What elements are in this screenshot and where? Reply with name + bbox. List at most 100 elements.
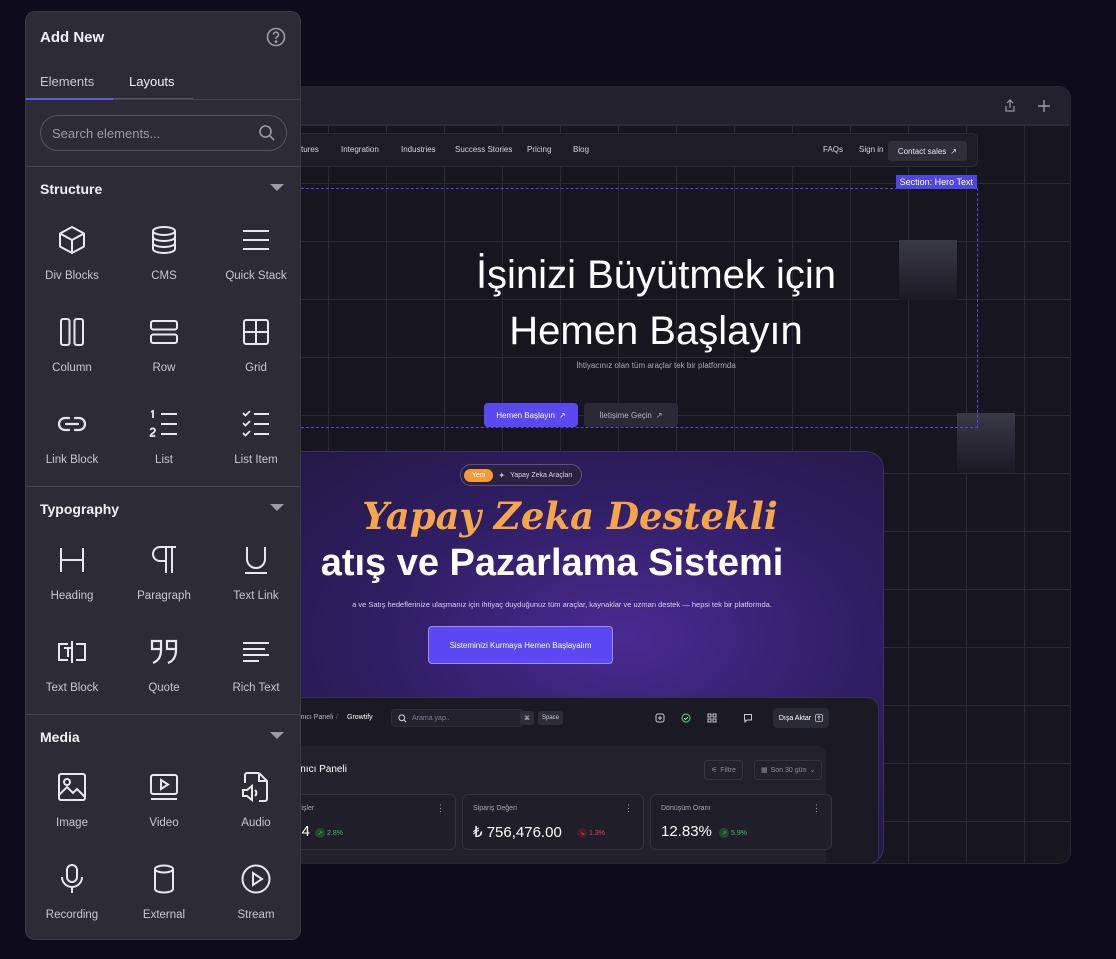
trend-down-icon: ↘ bbox=[577, 828, 587, 838]
element-text-block[interactable]: Text Block bbox=[26, 626, 118, 718]
nav-link-features[interactable]: tures bbox=[301, 145, 319, 154]
metric-card-order-value[interactable]: Sipariş Değeri ⋮ ₺ 756,476.00 ↘ 1.3% bbox=[462, 794, 644, 850]
more-vertical-icon[interactable]: ⋮ bbox=[812, 803, 821, 814]
nav-link-industries[interactable]: Industries bbox=[401, 145, 436, 154]
element-paragraph[interactable]: Paragraph bbox=[118, 534, 210, 626]
metric-label: Sipariş Değeri bbox=[473, 805, 517, 812]
hero-secondary-label: İletişime Geçin bbox=[599, 410, 652, 420]
element-label: Link Block bbox=[45, 454, 99, 466]
ai-title-accent[interactable]: Yapay Zeka Destekli bbox=[256, 494, 883, 538]
tab-divider bbox=[113, 98, 193, 99]
new-badge: Yeni bbox=[464, 468, 494, 482]
metric-delta: ↗ 5.9% bbox=[719, 828, 747, 838]
link-icon bbox=[57, 416, 87, 432]
hero-title-line2: Hemen Başlayın bbox=[509, 309, 803, 353]
ai-title-main[interactable]: atış ve Pazarlama Sistemi bbox=[256, 542, 867, 585]
hero-secondary-button[interactable]: İletişime Geçin ↗ bbox=[584, 403, 678, 427]
tab-layouts[interactable]: Layouts bbox=[129, 74, 175, 89]
apps-grid-icon[interactable] bbox=[706, 712, 718, 724]
nav-link-signin[interactable]: Sign in bbox=[859, 145, 883, 154]
export-button[interactable]: Dışa Aktar bbox=[773, 708, 829, 728]
hero-subtitle[interactable]: İhtiyacınız olan tüm araçlar tek bir pla… bbox=[256, 361, 1056, 370]
trend-up-icon: ↗ bbox=[719, 828, 729, 838]
help-icon[interactable] bbox=[266, 27, 286, 47]
dashboard-search[interactable]: Arama yap.. bbox=[391, 709, 523, 727]
image-icon bbox=[58, 773, 86, 801]
section-media-header[interactable]: Media bbox=[26, 714, 300, 756]
element-recording[interactable]: Recording bbox=[26, 853, 118, 939]
element-row[interactable]: Row bbox=[118, 306, 210, 398]
element-text-link[interactable]: Text Link bbox=[210, 534, 300, 626]
element-list-item[interactable]: List Item bbox=[210, 398, 300, 490]
element-video[interactable]: Video bbox=[118, 761, 210, 853]
message-icon[interactable] bbox=[742, 712, 754, 724]
metric-delta: ↘ 1.3% bbox=[577, 828, 605, 838]
element-rich-text[interactable]: Rich Text bbox=[210, 626, 300, 718]
metric-card-conversion[interactable]: Dönüşüm Oranı ⋮ 12.83% ↗ 5.9% bbox=[650, 794, 832, 850]
element-heading[interactable]: Heading bbox=[26, 534, 118, 626]
add-square-icon[interactable] bbox=[654, 712, 666, 724]
element-label: Paragraph bbox=[137, 590, 191, 602]
calendar-icon: ▦ bbox=[761, 767, 768, 774]
nav-link-pricing[interactable]: Pricing bbox=[527, 145, 551, 154]
section-structure-header[interactable]: Structure bbox=[26, 166, 300, 208]
ai-description[interactable]: a ve Satış hedeflerinize ulaşmanız için … bbox=[256, 600, 883, 609]
element-link-block[interactable]: Link Block bbox=[26, 398, 118, 490]
element-label: Heading bbox=[50, 590, 94, 602]
more-vertical-icon[interactable]: ⋮ bbox=[436, 803, 445, 814]
sliders-icon: ⚟ bbox=[711, 767, 718, 774]
hero-title[interactable]: İşinizi Büyütmek için Hemen Başlayın bbox=[256, 247, 1056, 359]
element-label: Video bbox=[149, 817, 179, 829]
element-stream[interactable]: Stream bbox=[210, 853, 300, 939]
filter-button[interactable]: ⚟ Filtre bbox=[704, 760, 743, 780]
ai-section[interactable]: Yeni ✦ Yapay Zeka Araçları Yapay Zeka De… bbox=[256, 451, 884, 863]
nav-link-integration[interactable]: Integration bbox=[341, 145, 379, 154]
grid-icon bbox=[243, 319, 269, 345]
element-label: Stream bbox=[237, 909, 275, 921]
element-label: Grid bbox=[245, 362, 267, 374]
numbered-list-icon bbox=[149, 409, 177, 437]
metric-delta-value: 1.3% bbox=[589, 829, 605, 837]
section-typography-header[interactable]: Typography bbox=[26, 486, 300, 528]
section-title: Media bbox=[40, 729, 80, 745]
nav-link-faqs[interactable]: FAQs bbox=[823, 145, 843, 154]
caret-down-icon bbox=[270, 504, 284, 511]
tab-elements[interactable]: Elements bbox=[40, 74, 94, 89]
search-icon[interactable] bbox=[258, 124, 276, 142]
metric-card-orders[interactable]: Siparişler ⋮ 234 ↗ 2.8% bbox=[274, 794, 456, 850]
design-stage[interactable]: tures Integration Industries Success Sto… bbox=[256, 125, 1070, 863]
video-icon bbox=[150, 774, 178, 800]
date-range-select[interactable]: ▦ Son 30 gün ⌄ bbox=[754, 760, 823, 780]
hero-primary-button[interactable]: Hemen Başlayın ↗ bbox=[484, 403, 578, 427]
element-div-blocks[interactable]: Div Blocks bbox=[26, 214, 118, 306]
element-list[interactable]: List bbox=[118, 398, 210, 490]
share-icon[interactable] bbox=[1000, 96, 1020, 116]
play-circle-icon bbox=[241, 864, 271, 894]
element-quote[interactable]: Quote bbox=[118, 626, 210, 718]
element-grid[interactable]: Grid bbox=[210, 306, 300, 398]
plus-icon[interactable] bbox=[1034, 96, 1054, 116]
contact-sales-button[interactable]: Contact sales ↗ bbox=[887, 141, 967, 161]
nav-link-success-stories[interactable]: Success Stories bbox=[455, 145, 512, 154]
pill-text: Yapay Zeka Araçları bbox=[510, 471, 573, 479]
status-icon[interactable] bbox=[680, 712, 692, 724]
sparkle-icon: ✦ bbox=[498, 470, 506, 480]
element-image[interactable]: Image bbox=[26, 761, 118, 853]
element-audio[interactable]: Audio bbox=[210, 761, 300, 853]
metric-delta: ↗ 2.8% bbox=[315, 828, 343, 838]
new-feature-pill[interactable]: Yeni ✦ Yapay Zeka Araçları bbox=[460, 464, 582, 486]
rich-text-icon bbox=[243, 642, 269, 662]
ai-cta-button[interactable]: Sisteminizi Kurmaya Hemen Başlayalım bbox=[428, 626, 613, 664]
breadcrumb-growtify[interactable]: Growtify bbox=[347, 714, 373, 721]
caret-down-icon bbox=[270, 184, 284, 191]
search-input[interactable] bbox=[41, 116, 251, 150]
more-vertical-icon[interactable]: ⋮ bbox=[624, 803, 633, 814]
element-column[interactable]: Column bbox=[26, 306, 118, 398]
nav-link-blog[interactable]: Blog bbox=[573, 145, 589, 154]
site-navbar: tures Integration Industries Success Sto… bbox=[256, 133, 978, 167]
element-quick-stack[interactable]: Quick Stack bbox=[210, 214, 300, 306]
dashboard-search-placeholder: Arama yap.. bbox=[412, 714, 450, 722]
element-cms[interactable]: CMS bbox=[118, 214, 210, 306]
checklist-icon bbox=[242, 410, 269, 437]
element-external[interactable]: External bbox=[118, 853, 210, 939]
